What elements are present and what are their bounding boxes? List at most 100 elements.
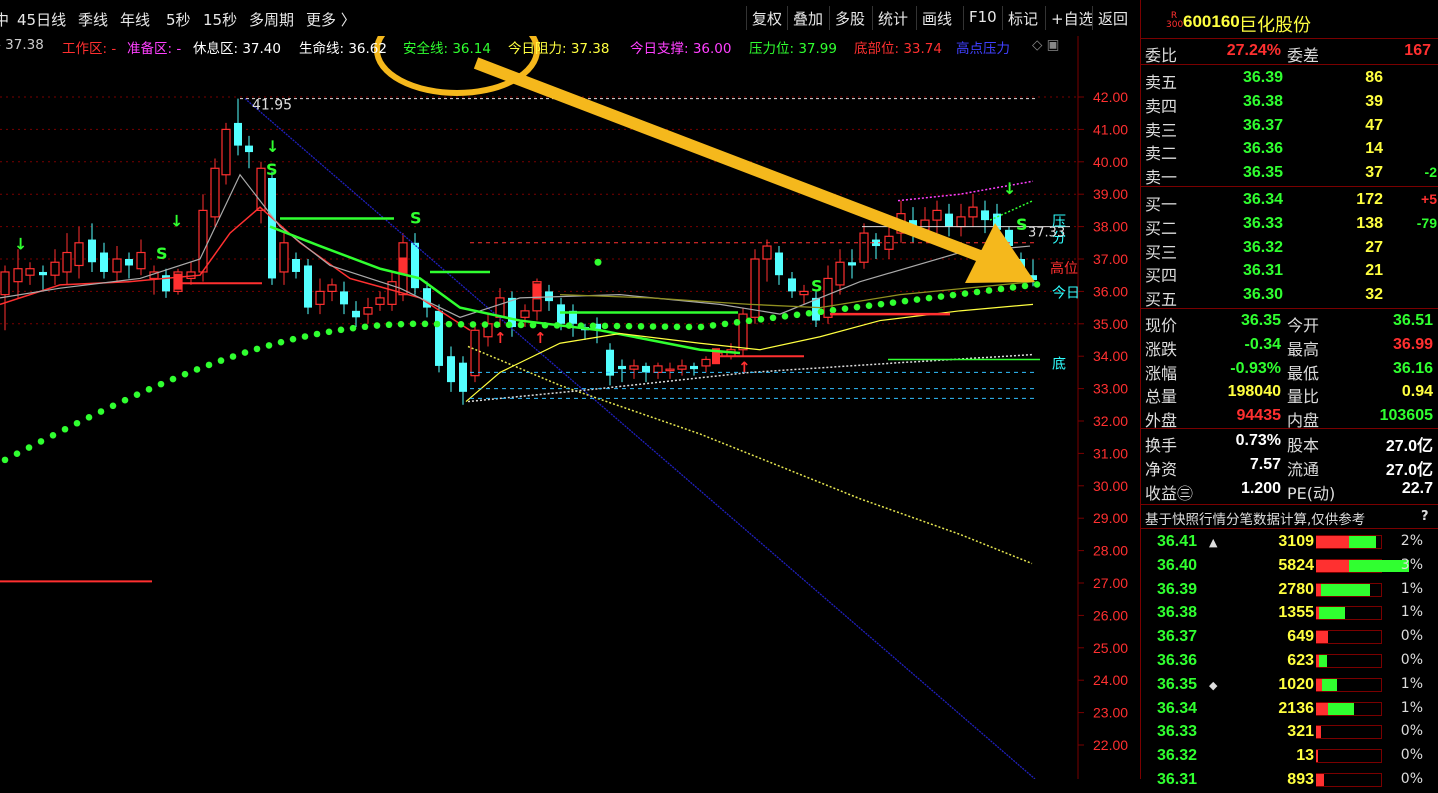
bids-row[interactable]: 买三 36.32 27	[1141, 237, 1438, 262]
dist-bar-buy	[1319, 607, 1345, 620]
bids-label: 买一	[1145, 195, 1178, 214]
dist-price: 36.33	[1157, 723, 1198, 741]
s-signal-icon: S	[266, 160, 278, 179]
quote-value: 198040	[1227, 383, 1281, 401]
toolbar-btn-0[interactable]: 复权	[746, 6, 787, 30]
help-icon[interactable]: ?	[1421, 509, 1429, 524]
asks-row[interactable]: 卖四 36.38 39	[1141, 91, 1438, 116]
candle	[788, 271, 796, 298]
trend-line	[244, 98, 1036, 779]
candle	[629, 359, 639, 379]
sar-dot	[865, 302, 873, 309]
asks-row[interactable]: 卖五 36.39 86	[1141, 67, 1438, 92]
toolbar-btn-5[interactable]: F10	[963, 6, 1002, 30]
stock-header[interactable]: R 300 600160 巨化股份	[1141, 6, 1438, 37]
quote-label: 涨幅	[1145, 363, 1178, 383]
toolbar-btn-4[interactable]: 画线	[916, 6, 957, 30]
toolbar-btn-6[interactable]: 标记	[1002, 6, 1043, 30]
period--[interactable]: 季线	[78, 9, 108, 30]
dist-volume: 623	[1287, 652, 1314, 669]
bids-label: 买五	[1145, 290, 1178, 310]
quote-row: 涨跌 -0.34 最高 36.99	[1141, 334, 1438, 359]
sar-dot	[673, 323, 681, 331]
dist-volume: 13	[1296, 747, 1314, 765]
period-15-[interactable]: 15秒	[203, 9, 237, 30]
candle	[363, 297, 373, 324]
dist-percent: 1%	[1400, 699, 1423, 716]
tick-label: 32.00	[1093, 413, 1128, 429]
candle	[447, 346, 455, 392]
indicator-toggle-icon[interactable]: ◇ ▣	[1032, 37, 1059, 53]
period--[interactable]: 年线	[120, 9, 150, 30]
asks-label: 卖五	[1145, 73, 1178, 92]
bids-row[interactable]: 买一 36.34 172 +5	[1141, 189, 1438, 214]
price-axis: 42.00 41.00 40.00 39.00 38.00 37.00 36.00 35.00…	[1078, 89, 1128, 753]
sar-dot	[325, 328, 333, 336]
candle	[690, 362, 698, 376]
dist-bar	[1316, 558, 1409, 573]
period-minute[interactable]: 中	[0, 9, 9, 30]
toolbar-btn-8[interactable]: 返回	[1092, 6, 1133, 30]
sar-dot	[853, 303, 861, 311]
dist-price: 36.36	[1157, 652, 1198, 669]
distribution-row: 36.32 13 0%	[1141, 745, 1438, 769]
dist-bar-buy	[1322, 678, 1337, 691]
sar-dot	[157, 380, 165, 388]
sar-dot	[709, 322, 717, 329]
sar-dot	[265, 342, 273, 349]
quote-label: 量比	[1287, 387, 1320, 407]
sar-dot	[1, 456, 9, 464]
asks-row[interactable]: 卖一 36.35 37 -2	[1141, 162, 1438, 187]
sar-dot	[733, 319, 741, 326]
toolbar-btn-2[interactable]: 多股	[829, 6, 870, 30]
dist-price: 36.38	[1157, 604, 1198, 622]
fund-value: 0.73%	[1235, 432, 1281, 449]
candle	[198, 194, 208, 282]
asks-row[interactable]: 卖三 36.37 47	[1141, 115, 1438, 140]
bids-volume: 27	[1365, 238, 1383, 256]
indicator-7: 今日支撑: 36.00	[630, 41, 732, 57]
tick-label: 38.00	[1093, 219, 1128, 235]
up-arrow-icon: ↑	[494, 329, 507, 347]
sar-dot	[793, 311, 801, 319]
fund-row: 净资 7.57 流通 27.0亿	[1141, 454, 1438, 479]
dist-bar	[1316, 749, 1382, 764]
dist-bar-sell	[1316, 536, 1349, 548]
toolbar-btn-1[interactable]: 叠加	[787, 6, 828, 30]
quote-label: 最高	[1287, 339, 1320, 359]
period--[interactable]: 多周期	[249, 9, 294, 30]
bids-row[interactable]: 买四 36.31 21	[1141, 260, 1438, 285]
bids-volume: 32	[1365, 286, 1383, 304]
asks-row[interactable]: 卖二 36.36 14	[1141, 138, 1438, 163]
sar-dot	[193, 366, 201, 373]
toolbar-btn-7[interactable]: +自选	[1045, 6, 1099, 30]
candle	[210, 158, 220, 227]
period-5-[interactable]: 5秒	[166, 9, 191, 30]
dist-bar	[1316, 701, 1382, 716]
fund-label: 收益㊂	[1145, 483, 1194, 503]
period-45-[interactable]: 45日线	[17, 9, 66, 30]
sar-dot	[121, 396, 129, 404]
kline-chart[interactable]: ↓↓↓↓SSSSS↑ ↑↑ 42.0041.0040.0039.0038.0037…	[0, 0, 1140, 779]
candle	[375, 291, 385, 311]
candle	[245, 135, 253, 169]
weibi-value: 27.24%	[1226, 42, 1281, 59]
bids-row[interactable]: 买二 36.33 138 -79	[1141, 213, 1438, 238]
sar-dot	[97, 408, 105, 415]
dist-percent: 0%	[1400, 771, 1423, 787]
dist-volume: 1020	[1278, 675, 1314, 693]
high-label: 41.95	[252, 98, 292, 114]
candle	[340, 281, 348, 315]
candle	[304, 259, 312, 315]
bids-volume: 172	[1356, 191, 1383, 208]
asks-label: 卖四	[1145, 96, 1178, 116]
candle	[352, 301, 360, 328]
bids-row[interactable]: 买五 36.30 32	[1141, 284, 1438, 310]
toolbar-btn-3[interactable]: 统计	[872, 6, 913, 30]
sar-dot	[901, 297, 909, 305]
stock-name: 巨化股份	[1239, 15, 1311, 36]
asks-volume: 37	[1365, 164, 1383, 182]
period--[interactable]: 更多 〉	[306, 9, 356, 30]
dist-bar-sell	[1316, 726, 1321, 739]
price-gridlines	[0, 36, 1079, 779]
